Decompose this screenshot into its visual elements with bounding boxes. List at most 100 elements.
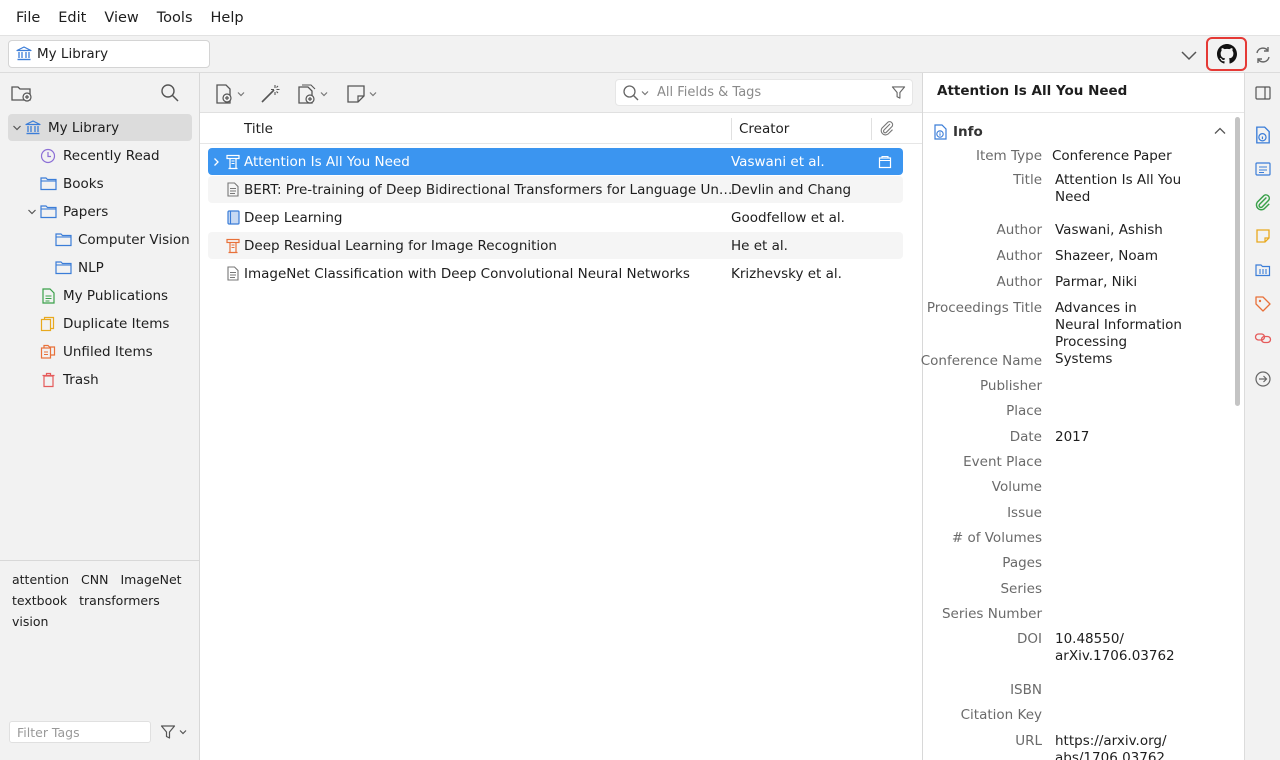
field-value[interactable]: Advances in Neural Information Processin…	[1055, 300, 1185, 368]
paperclip-icon	[1254, 193, 1272, 211]
item-pane-scrollbar[interactable]	[1235, 117, 1240, 406]
tag-filter-input[interactable]: Filter Tags	[9, 721, 151, 743]
related-icon	[1254, 329, 1272, 347]
new-folder-icon	[10, 82, 34, 104]
new-collection-button[interactable]	[10, 82, 34, 104]
tag[interactable]: CNN	[81, 569, 108, 590]
field-label: Event Place	[963, 454, 1042, 470]
locate-icon	[1254, 370, 1272, 388]
chevron-down-icon	[320, 90, 328, 98]
github-button[interactable]	[1206, 37, 1247, 71]
chevron-up-icon[interactable]	[1213, 124, 1227, 138]
field-value[interactable]: Vaswani, Ashish	[1055, 222, 1185, 239]
item-row[interactable]: Attention Is All You Need Vaswani et al.	[208, 148, 903, 175]
chevron-down-icon[interactable]	[1178, 44, 1200, 66]
menu-tools[interactable]: Tools	[148, 10, 202, 26]
column-creator[interactable]: Creator	[739, 121, 789, 137]
tag[interactable]: transformers	[79, 590, 160, 611]
tag[interactable]: vision	[12, 611, 48, 632]
info-section-header[interactable]: Info	[933, 122, 1229, 142]
field-value[interactable]: Shazeer, Noam	[1055, 248, 1185, 265]
item-row[interactable]: Deep Residual Learning for Image Recogni…	[208, 232, 903, 259]
unfiled-icon	[39, 344, 57, 360]
collection-my-publications[interactable]: My Publications	[8, 282, 192, 309]
add-attachment-button[interactable]	[296, 82, 328, 106]
tag[interactable]: textbook	[12, 590, 67, 611]
tag[interactable]: attention	[12, 569, 69, 590]
menu-view[interactable]: View	[95, 10, 147, 26]
column-divider[interactable]	[871, 118, 872, 140]
collection-papers[interactable]: Papers	[8, 198, 192, 225]
publications-icon	[39, 287, 57, 304]
collection-duplicate-items[interactable]: Duplicate Items	[8, 310, 192, 337]
items-pane: Title Creator Attention Is All You Need V…	[200, 73, 922, 760]
field-value[interactable]: Conference Paper	[1052, 148, 1182, 165]
collection-recently-read[interactable]: Recently Read	[8, 142, 192, 169]
twisty-chevron-icon[interactable]	[25, 207, 39, 217]
field-label: Conference Name	[920, 353, 1042, 369]
menu-file[interactable]: File	[7, 10, 49, 26]
twisty-chevron-icon[interactable]	[10, 123, 24, 133]
collection-my-library[interactable]: My Library	[8, 114, 192, 141]
collection-search-button[interactable]	[158, 82, 182, 104]
conference-paper-icon	[223, 238, 243, 254]
attachment-snapshot-icon[interactable]	[878, 155, 892, 169]
collection-books[interactable]: Books	[8, 170, 192, 197]
search-box	[615, 79, 913, 106]
column-divider[interactable]	[731, 118, 732, 140]
collection-label: Recently Read	[63, 147, 160, 164]
nav-abstract-button[interactable]	[1252, 158, 1274, 180]
field-label: Citation Key	[960, 707, 1042, 723]
item-creator: Vaswani et al.	[731, 153, 825, 170]
paperclip-icon	[879, 120, 895, 136]
sync-button[interactable]	[1251, 43, 1275, 67]
add-by-identifier-button[interactable]	[259, 82, 281, 106]
chevron-right-icon[interactable]	[208, 157, 223, 167]
column-title[interactable]: Title	[244, 121, 273, 137]
item-title: ImageNet Classification with Deep Convol…	[244, 265, 690, 282]
field-value[interactable]: 10.48550/ arXiv.1706.03762	[1055, 631, 1185, 665]
new-note-button[interactable]	[345, 82, 377, 106]
collection-unfiled-items[interactable]: Unfiled Items	[8, 338, 192, 365]
tag-actions-button[interactable]	[160, 722, 192, 742]
trash-icon	[39, 372, 57, 388]
magic-wand-icon	[259, 83, 281, 105]
menu-edit[interactable]: Edit	[49, 10, 95, 26]
nav-notes-button[interactable]	[1252, 225, 1274, 247]
nav-info-button[interactable]	[1252, 124, 1274, 146]
document-icon	[223, 266, 243, 281]
nav-attachments-button[interactable]	[1252, 191, 1274, 213]
field-label: Volume	[991, 479, 1042, 495]
collection-label: NLP	[78, 259, 104, 276]
field-value[interactable]: Attention Is All You Need	[1055, 172, 1185, 206]
nav-locate-button[interactable]	[1252, 368, 1274, 390]
tab-my-library[interactable]: My Library	[8, 40, 210, 68]
item-row[interactable]: BERT: Pre-training of Deep Bidirectional…	[208, 176, 903, 203]
search-input[interactable]	[657, 81, 887, 104]
menu-help[interactable]: Help	[202, 10, 253, 26]
collection-label: Papers	[63, 203, 109, 220]
search-mode-button[interactable]	[622, 84, 649, 102]
nav-tags-button[interactable]	[1252, 293, 1274, 315]
field-label: # of Volumes	[951, 530, 1042, 546]
tag[interactable]: ImageNet	[120, 569, 181, 590]
github-icon	[1216, 44, 1237, 64]
nav-related-button[interactable]	[1252, 327, 1274, 349]
column-attachments[interactable]	[879, 120, 895, 136]
item-pane: Attention Is All You Need Info Item Type…	[920, 73, 1244, 760]
new-item-button[interactable]	[213, 82, 245, 106]
toggle-pane-button[interactable]	[1252, 82, 1274, 104]
collection-nlp[interactable]: NLP	[8, 254, 192, 281]
collection-trash[interactable]: Trash	[8, 366, 192, 393]
filter-icon[interactable]	[891, 85, 906, 100]
item-row[interactable]: ImageNet Classification with Deep Convol…	[208, 260, 903, 287]
field-value[interactable]: Parmar, Niki	[1055, 274, 1185, 291]
folder-icon	[54, 260, 72, 276]
item-row[interactable]: Deep Learning Goodfellow et al.	[208, 204, 903, 231]
item-creator: Devlin and Chang	[731, 181, 852, 198]
field-value[interactable]: 2017	[1055, 429, 1185, 446]
nav-libraries-collections-button[interactable]	[1252, 259, 1274, 281]
collection-computer-vision[interactable]: Computer Vision	[8, 226, 192, 253]
field-value[interactable]: https://arxiv.org/ abs/1706.03762	[1055, 733, 1185, 760]
library-icon	[24, 119, 42, 136]
